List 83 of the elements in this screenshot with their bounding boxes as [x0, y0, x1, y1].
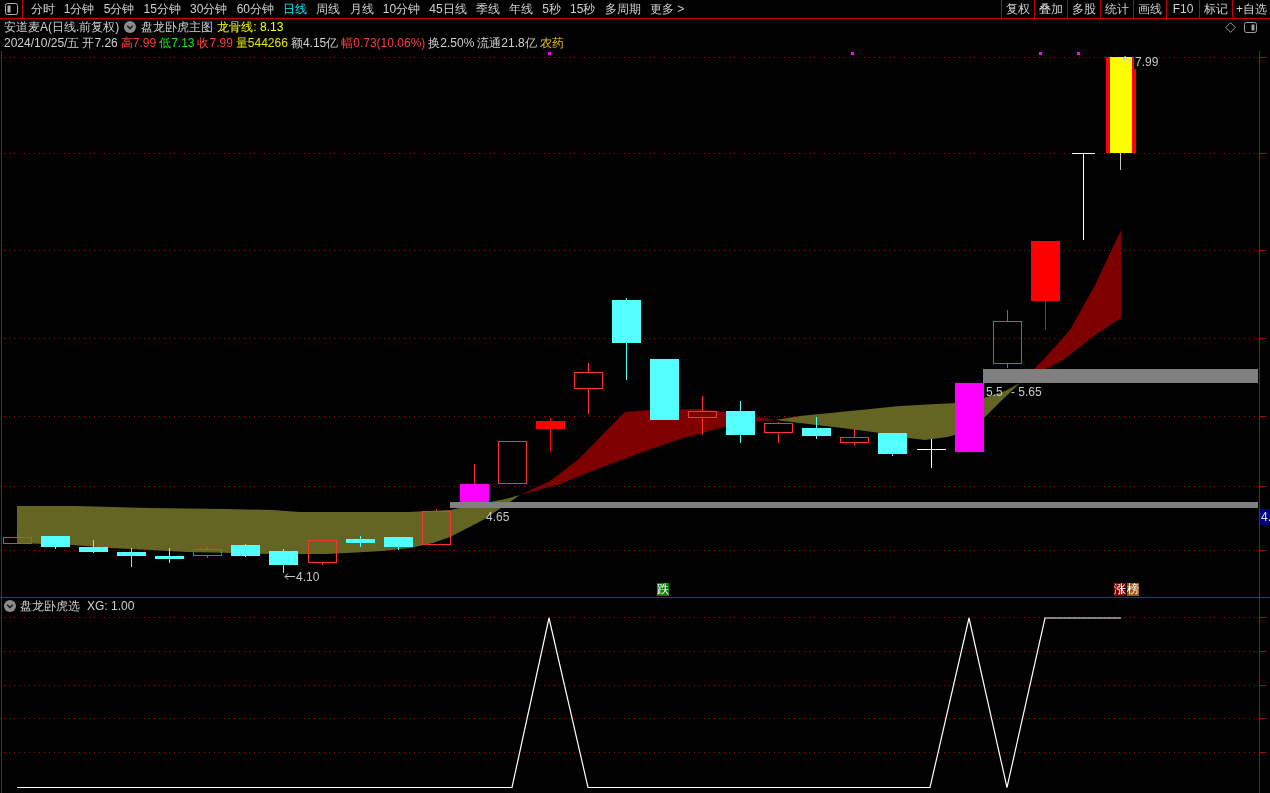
period-tab[interactable]: 15分钟: [138, 0, 186, 18]
candlestick: [764, 422, 793, 443]
diamond-icon[interactable]: [1225, 21, 1236, 33]
candlestick: [840, 429, 869, 446]
candlestick: [155, 548, 184, 563]
period-tab[interactable]: 多周期: [600, 0, 646, 18]
indicator-name: 盘龙卧虎选: [20, 597, 80, 615]
candlestick: [650, 359, 679, 420]
price-label: 5.5: [986, 385, 1003, 399]
candlestick: [498, 441, 527, 484]
quote-field: 幅0.73(10.06%): [341, 35, 426, 51]
candlestick: [346, 536, 375, 547]
price-label: - 5.65: [1011, 385, 1042, 399]
period-tab[interactable]: 15秒: [565, 0, 601, 18]
candlestick: [384, 537, 413, 550]
quote-field: 换2.50%: [428, 35, 475, 51]
quote-field: 2024/10/25/五: [4, 35, 80, 51]
candlestick: [41, 536, 70, 549]
period-tab[interactable]: 分时: [26, 0, 60, 18]
quote-field: 低7.13: [159, 35, 195, 51]
quote-field: 收7.99: [197, 35, 233, 51]
price-label: 4.10: [296, 570, 320, 584]
candlestick: [117, 548, 146, 567]
candlestick: [878, 433, 907, 456]
candlestick: [574, 363, 603, 414]
candlestick: [308, 540, 337, 565]
period-tab[interactable]: 年线: [504, 0, 538, 18]
period-tab[interactable]: 5秒: [537, 0, 566, 18]
candlestick: [688, 396, 717, 435]
leader-arrow: [1122, 55, 1133, 62]
price-label: 7.99: [1134, 55, 1160, 69]
quote-field: 额4.15亿: [290, 35, 339, 51]
candlestick: [955, 383, 984, 452]
candlestick: [993, 310, 1022, 368]
period-tab[interactable]: 日线: [278, 0, 312, 18]
candlestick: [917, 439, 946, 468]
period-tab[interactable]: 5分钟: [99, 0, 139, 18]
indicator-name: 盘龙卧虎主图: [141, 19, 214, 35]
period-tab[interactable]: 60分钟: [232, 0, 279, 18]
chevron-down-icon[interactable]: [124, 21, 137, 33]
indicator-value: XG: 1.00: [87, 599, 135, 613]
toolbar-button[interactable]: 标记: [1199, 0, 1232, 18]
period-tab[interactable]: 季线: [471, 0, 505, 18]
period-tab[interactable]: 周线: [311, 0, 345, 18]
period-tab[interactable]: 月线: [344, 0, 379, 18]
leader-arrow: [284, 573, 296, 580]
candlestick: [422, 509, 451, 545]
quote-field: 开7.26: [82, 35, 118, 51]
candlestick: [79, 540, 108, 553]
axis-price-tag: 4.: [1260, 509, 1270, 525]
period-tab[interactable]: 1分钟: [59, 0, 100, 18]
candlestick: [536, 418, 565, 452]
signal-tag: 涨: [1114, 583, 1126, 596]
period-tab[interactable]: 10分钟: [378, 0, 425, 18]
panel-layout-icon[interactable]: [1244, 21, 1257, 33]
period-tab[interactable]: 45日线: [424, 0, 472, 18]
candlestick: [460, 464, 489, 502]
indicator-value: 龙骨线: 8.13: [217, 19, 284, 35]
quote-field: 量544266: [235, 35, 288, 51]
stock-title: 安道麦A(日线.前复权): [4, 19, 120, 35]
period-tab[interactable]: 更多 >: [645, 0, 689, 18]
chevron-down-icon[interactable]: [4, 600, 16, 612]
price-label: 4.65: [486, 510, 510, 524]
toolbar-button[interactable]: 复权: [1001, 0, 1034, 18]
toolbar-button[interactable]: 多股: [1067, 0, 1100, 18]
panel-icon: [4, 3, 18, 15]
quote-field: 流通21.8亿: [477, 35, 537, 51]
quote-field: 农药: [539, 35, 564, 51]
toolbar-button[interactable]: 统计: [1100, 0, 1133, 18]
toolbar-button[interactable]: 叠加: [1034, 0, 1067, 18]
candlestick: [802, 417, 831, 439]
period-tab[interactable]: 30分钟: [185, 0, 233, 18]
candlestick: [726, 401, 755, 443]
candlestick: [231, 544, 260, 557]
toolbar-button[interactable]: +自选: [1232, 0, 1270, 18]
toolbar-button[interactable]: F10: [1166, 0, 1199, 18]
signal-tag: 跌: [657, 583, 669, 596]
signal-tag: 榜: [1127, 583, 1139, 596]
quote-field: 高7.99: [120, 35, 157, 51]
candlestick: [3, 534, 32, 544]
candlestick: [193, 547, 222, 558]
toolbar-button[interactable]: 画线: [1133, 0, 1166, 18]
candlestick: [269, 549, 298, 573]
